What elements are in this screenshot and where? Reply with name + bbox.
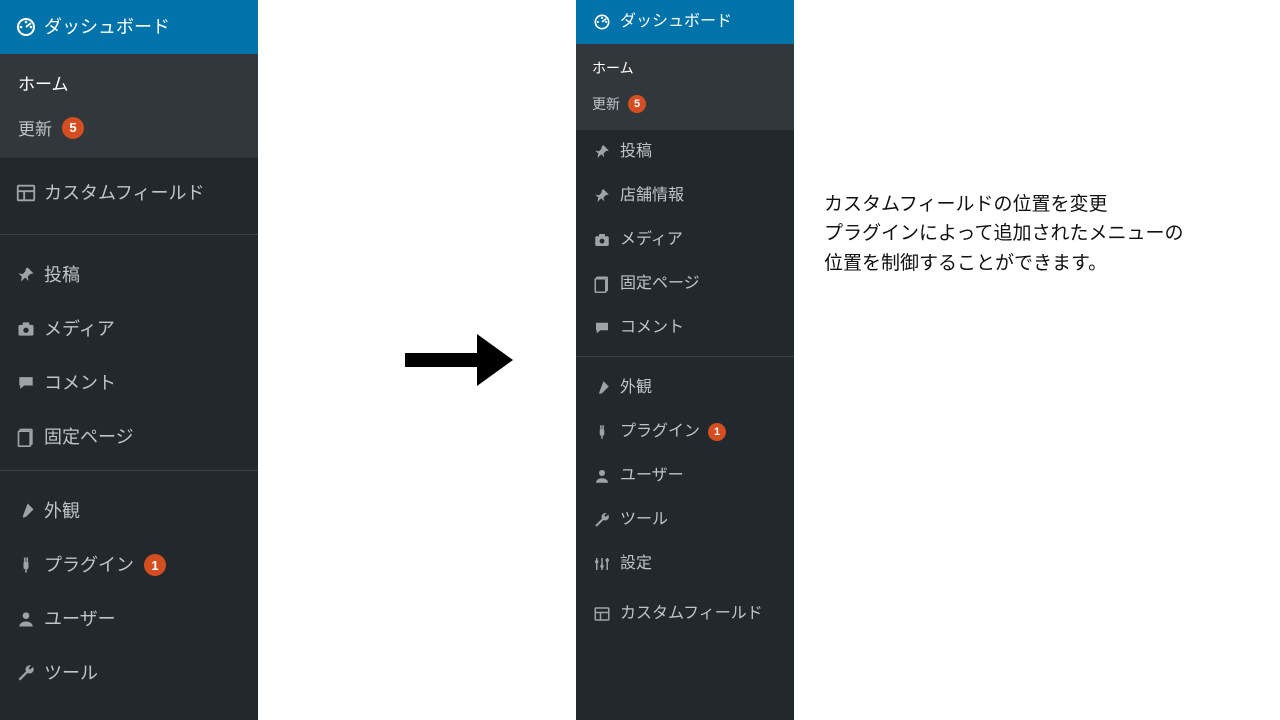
menu-shop-info[interactable]: 店舗情報 bbox=[576, 174, 794, 218]
user-icon bbox=[586, 467, 618, 485]
dashboard-icon bbox=[586, 12, 618, 32]
camera-icon bbox=[586, 231, 618, 249]
menu-settings[interactable]: 設定 bbox=[576, 542, 794, 586]
arrow-column bbox=[354, 0, 576, 720]
menu-pages[interactable]: 固定ページ bbox=[0, 410, 258, 464]
comment-icon bbox=[10, 373, 42, 393]
plugin-badge: 1 bbox=[708, 423, 726, 441]
menu-comments[interactable]: コメント bbox=[576, 306, 794, 350]
wrench-icon bbox=[586, 511, 618, 529]
wrench-icon bbox=[10, 663, 42, 683]
camera-icon bbox=[10, 319, 42, 339]
submenu-updates[interactable]: 更新 5 bbox=[0, 105, 258, 150]
menu-media[interactable]: メディア bbox=[576, 218, 794, 262]
separator bbox=[576, 356, 794, 366]
brush-icon bbox=[586, 379, 618, 397]
sliders-icon bbox=[586, 555, 618, 573]
pin-icon bbox=[586, 187, 618, 205]
menu-users[interactable]: ユーザー bbox=[0, 592, 258, 646]
menu-tools[interactable]: ツール bbox=[576, 498, 794, 542]
menu-pages[interactable]: 固定ページ bbox=[576, 262, 794, 306]
dashboard-submenu: ホーム 更新 5 bbox=[576, 44, 794, 130]
separator bbox=[0, 470, 258, 484]
menu-plugins[interactable]: プラグイン 1 bbox=[0, 538, 258, 592]
menu-tools[interactable]: ツール bbox=[0, 646, 258, 700]
arrow-right-icon bbox=[405, 350, 525, 370]
submenu-updates[interactable]: 更新 5 bbox=[576, 86, 794, 122]
separator bbox=[0, 234, 258, 248]
dashboard-icon bbox=[10, 15, 42, 39]
updates-badge: 5 bbox=[62, 117, 84, 139]
submenu-home[interactable]: ホーム bbox=[576, 50, 794, 86]
plug-icon bbox=[586, 423, 618, 441]
menu-plugins[interactable]: プラグイン 1 bbox=[576, 410, 794, 454]
menu-appearance[interactable]: 外観 bbox=[0, 484, 258, 538]
menu-posts[interactable]: 投稿 bbox=[0, 248, 258, 302]
after-admin-menu: ダッシュボード ホーム 更新 5 投稿 店舗情報 メディア 固定ページ コメント… bbox=[576, 0, 794, 720]
menu-custom-fields[interactable]: カスタムフィールド bbox=[576, 586, 794, 642]
updates-badge: 5 bbox=[628, 95, 646, 113]
dashboard-menu-item[interactable]: ダッシュボード bbox=[0, 0, 258, 54]
gap bbox=[258, 0, 354, 720]
dashboard-label: ダッシュボード bbox=[42, 16, 170, 39]
pin-icon bbox=[10, 265, 42, 285]
dashboard-submenu: ホーム 更新 5 bbox=[0, 54, 258, 158]
page-icon bbox=[10, 427, 42, 447]
dashboard-label: ダッシュボード bbox=[618, 12, 732, 32]
plug-icon bbox=[10, 555, 42, 575]
menu-users[interactable]: ユーザー bbox=[576, 454, 794, 498]
menu-appearance[interactable]: 外観 bbox=[576, 366, 794, 410]
desc-line-1: カスタムフィールドの位置を変更 bbox=[824, 190, 1260, 219]
user-icon bbox=[10, 609, 42, 629]
before-admin-menu: ダッシュボード ホーム 更新 5 カスタムフィールド 投稿 メディア コメント … bbox=[0, 0, 258, 720]
pin-icon bbox=[586, 143, 618, 161]
layout-icon bbox=[586, 605, 618, 623]
desc-line-3: 位置を制御することができます。 bbox=[824, 249, 1260, 278]
submenu-home[interactable]: ホーム bbox=[0, 60, 258, 105]
menu-custom-fields[interactable]: カスタムフィールド bbox=[0, 158, 258, 228]
menu-comments[interactable]: コメント bbox=[0, 356, 258, 410]
layout-icon bbox=[10, 182, 42, 204]
comment-icon bbox=[586, 319, 618, 337]
menu-posts[interactable]: 投稿 bbox=[576, 130, 794, 174]
desc-line-2: プラグインによって追加されたメニューの bbox=[824, 219, 1260, 248]
dashboard-menu-item[interactable]: ダッシュボード bbox=[576, 0, 794, 44]
brush-icon bbox=[10, 501, 42, 521]
plugin-badge: 1 bbox=[144, 554, 166, 576]
menu-media[interactable]: メディア bbox=[0, 302, 258, 356]
page-icon bbox=[586, 275, 618, 293]
description-text: カスタムフィールドの位置を変更 プラグインによって追加されたメニューの 位置を制… bbox=[794, 0, 1280, 720]
